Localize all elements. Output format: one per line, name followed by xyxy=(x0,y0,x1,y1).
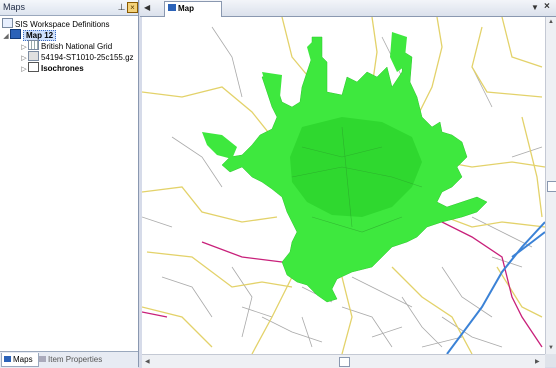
panel-tabs: Maps Item Properties xyxy=(0,351,138,368)
map-icon xyxy=(168,4,176,11)
close-document-icon[interactable]: × xyxy=(544,1,550,12)
raster-icon xyxy=(28,51,39,61)
isochrone-polygon xyxy=(202,32,488,303)
tree-dataset-label: 54194-ST1010-25c155.gz xyxy=(41,53,134,62)
collapse-icon[interactable]: ◢ xyxy=(2,31,10,42)
maps-panel-title: Maps xyxy=(3,2,26,12)
scroll-down-icon[interactable]: ▼ xyxy=(548,345,554,351)
map-canvas[interactable] xyxy=(142,17,545,354)
document-tab-bar: ◀ Map 12.swd ▼ × xyxy=(140,0,556,27)
properties-icon xyxy=(39,356,46,362)
map-svg[interactable] xyxy=(142,17,545,354)
tree-item-map[interactable]: ◢ Map 12 xyxy=(2,29,57,42)
horizontal-scrollbar[interactable]: ◀ ▶ xyxy=(142,354,545,368)
maps-panel-header: Maps ⊥ × xyxy=(0,0,138,16)
tab-map-12[interactable]: Map 12.swd xyxy=(164,1,222,27)
expand-icon[interactable]: ▷ xyxy=(20,64,28,75)
scroll-up-icon[interactable]: ▲ xyxy=(548,19,554,25)
pin-icon[interactable]: ⊥ xyxy=(117,2,126,12)
tree-dataset-label: British National Grid xyxy=(41,42,113,51)
scroll-left-icon[interactable]: ◀ xyxy=(145,358,150,365)
tree-dataset-label: Isochrones xyxy=(41,64,84,73)
tree-item-dataset[interactable]: ▷ British National Grid xyxy=(20,40,112,51)
tab-maps-label: Maps xyxy=(13,355,33,364)
tree-root-label: SIS Workspace Definitions xyxy=(15,20,110,29)
grid-icon xyxy=(28,40,39,50)
dropdown-icon[interactable]: ▼ xyxy=(531,3,539,12)
railway xyxy=(446,221,545,354)
vertical-scroll-thumb[interactable] xyxy=(547,181,556,192)
tab-maps[interactable]: Maps xyxy=(1,353,39,367)
maps-panel: Maps ⊥ × SIS Workspace Definitions ◢ Map … xyxy=(0,0,139,368)
map-icon xyxy=(10,29,21,39)
horizontal-scroll-thumb[interactable] xyxy=(339,357,350,367)
workspace-icon xyxy=(2,18,13,28)
tab-item-properties[interactable]: Item Properties xyxy=(37,353,111,366)
tree-item-dataset[interactable]: ▷ Isochrones xyxy=(20,62,84,73)
scroll-tabs-left-icon[interactable]: ◀ xyxy=(144,3,150,12)
isochrone-icon xyxy=(28,62,39,72)
tree-item-dataset[interactable]: ▷ 54194-ST1010-25c155.gz xyxy=(20,51,134,62)
tab-item-properties-label: Item Properties xyxy=(48,355,103,364)
tree-root-item[interactable]: SIS Workspace Definitions xyxy=(2,18,110,29)
maps-icon xyxy=(4,356,11,362)
vertical-scrollbar[interactable]: ▲ ▼ xyxy=(545,17,556,354)
scrollbar-corner xyxy=(545,354,556,367)
close-icon[interactable]: × xyxy=(127,2,138,13)
scroll-right-icon[interactable]: ▶ xyxy=(535,358,540,365)
